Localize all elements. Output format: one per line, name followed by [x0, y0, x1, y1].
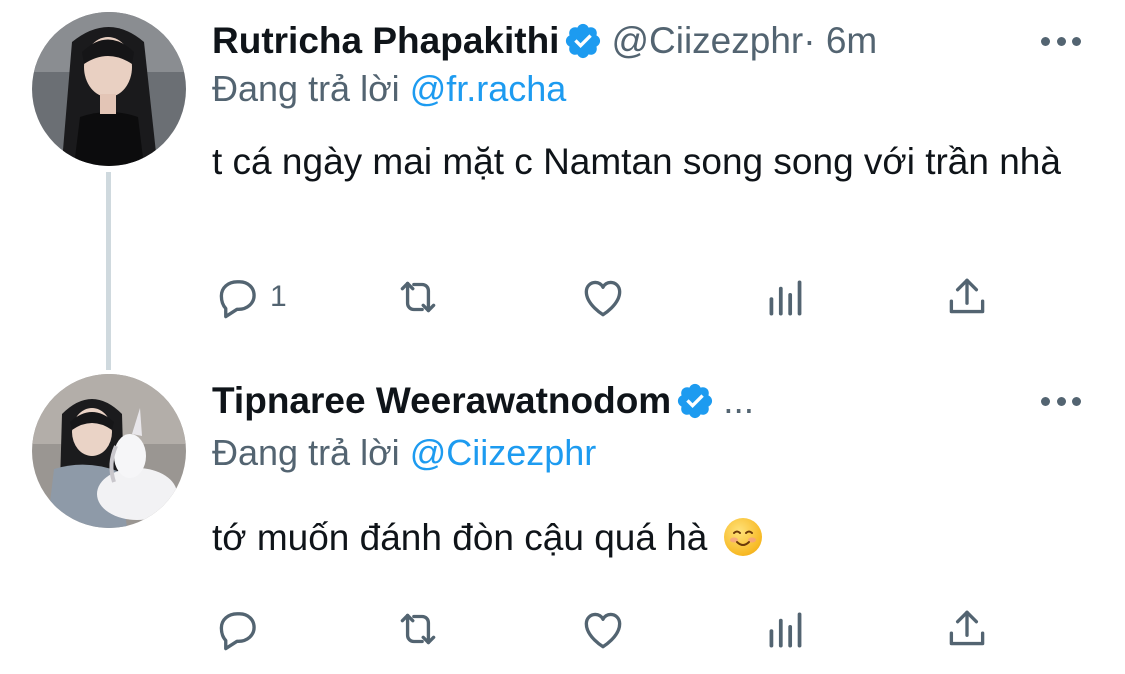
- reply-mention-link[interactable]: @fr.racha: [410, 68, 567, 109]
- like-button[interactable]: [578, 604, 628, 654]
- tweet-header: Tipnaree Weerawatnodom ...: [212, 380, 754, 422]
- tweet-text: tớ muốn đánh đòn cậu quá hà: [212, 517, 708, 558]
- share-button[interactable]: [942, 272, 992, 322]
- more-options-button[interactable]: [1041, 34, 1081, 48]
- tweet-header: Rutricha Phapakithi @Ciizezphr · 6m: [212, 20, 877, 62]
- tweet[interactable]: Tipnaree Weerawatnodom ... Đang trả lời …: [0, 360, 1125, 674]
- retweet-icon: [400, 613, 436, 645]
- reply-context: Đang trả lời @Ciizezphr: [212, 432, 596, 474]
- retweet-button[interactable]: [393, 272, 443, 322]
- reply-mention-link[interactable]: @Ciizezphr: [410, 432, 597, 473]
- share-button[interactable]: [942, 604, 992, 654]
- verified-badge-icon: [566, 23, 601, 59]
- tweet-text: t cá ngày mai mặt c Namtan song song với…: [212, 141, 1061, 182]
- user-handle[interactable]: @Ciizezphr: [611, 20, 803, 62]
- reply-icon: [219, 612, 256, 651]
- reply-count: 1: [270, 280, 287, 313]
- reply-context: Đang trả lời @fr.racha: [212, 68, 566, 110]
- analytics-button[interactable]: [761, 604, 811, 654]
- avatar[interactable]: [32, 374, 186, 528]
- heart-icon: [584, 612, 622, 649]
- smiling-face-emoji-icon: [723, 518, 762, 556]
- like-button[interactable]: [578, 272, 628, 322]
- avatar[interactable]: [32, 12, 186, 166]
- display-name[interactable]: Tipnaree Weerawatnodom: [212, 380, 671, 422]
- reply-icon: [219, 280, 256, 319]
- retweet-icon: [400, 281, 436, 313]
- reply-button[interactable]: [212, 604, 270, 654]
- reply-prefix: Đang trả lời: [212, 68, 410, 109]
- dot-icon: [1056, 396, 1066, 406]
- dot-icon: [1056, 36, 1066, 46]
- dot-icon: [1072, 36, 1081, 46]
- dot-icon: [1072, 396, 1081, 406]
- more-options-button[interactable]: [1041, 394, 1081, 408]
- analytics-icon: [769, 612, 802, 648]
- avatar-woman-long-hair-icon: [32, 12, 186, 166]
- verified-badge-icon: [678, 383, 713, 419]
- dot-icon: [1041, 36, 1050, 46]
- timestamp[interactable]: · 6m: [803, 20, 877, 62]
- analytics-button[interactable]: [761, 272, 811, 322]
- tweet[interactable]: Rutricha Phapakithi @Ciizezphr · 6m Đang…: [0, 0, 1125, 360]
- dot-icon: [1041, 396, 1050, 406]
- tweet-text-container: tớ muốn đánh đòn cậu quá hà: [212, 514, 1082, 562]
- user-handle-truncated[interactable]: ...: [723, 380, 754, 422]
- share-icon: [949, 278, 985, 314]
- heart-icon: [584, 280, 622, 317]
- analytics-icon: [769, 280, 802, 316]
- reply-button[interactable]: 1: [212, 272, 287, 322]
- avatar-woman-with-unicorn-plush-icon: [32, 374, 186, 528]
- display-name[interactable]: Rutricha Phapakithi: [212, 20, 559, 62]
- share-icon: [949, 610, 985, 646]
- retweet-button[interactable]: [393, 604, 443, 654]
- reply-prefix: Đang trả lời: [212, 432, 410, 473]
